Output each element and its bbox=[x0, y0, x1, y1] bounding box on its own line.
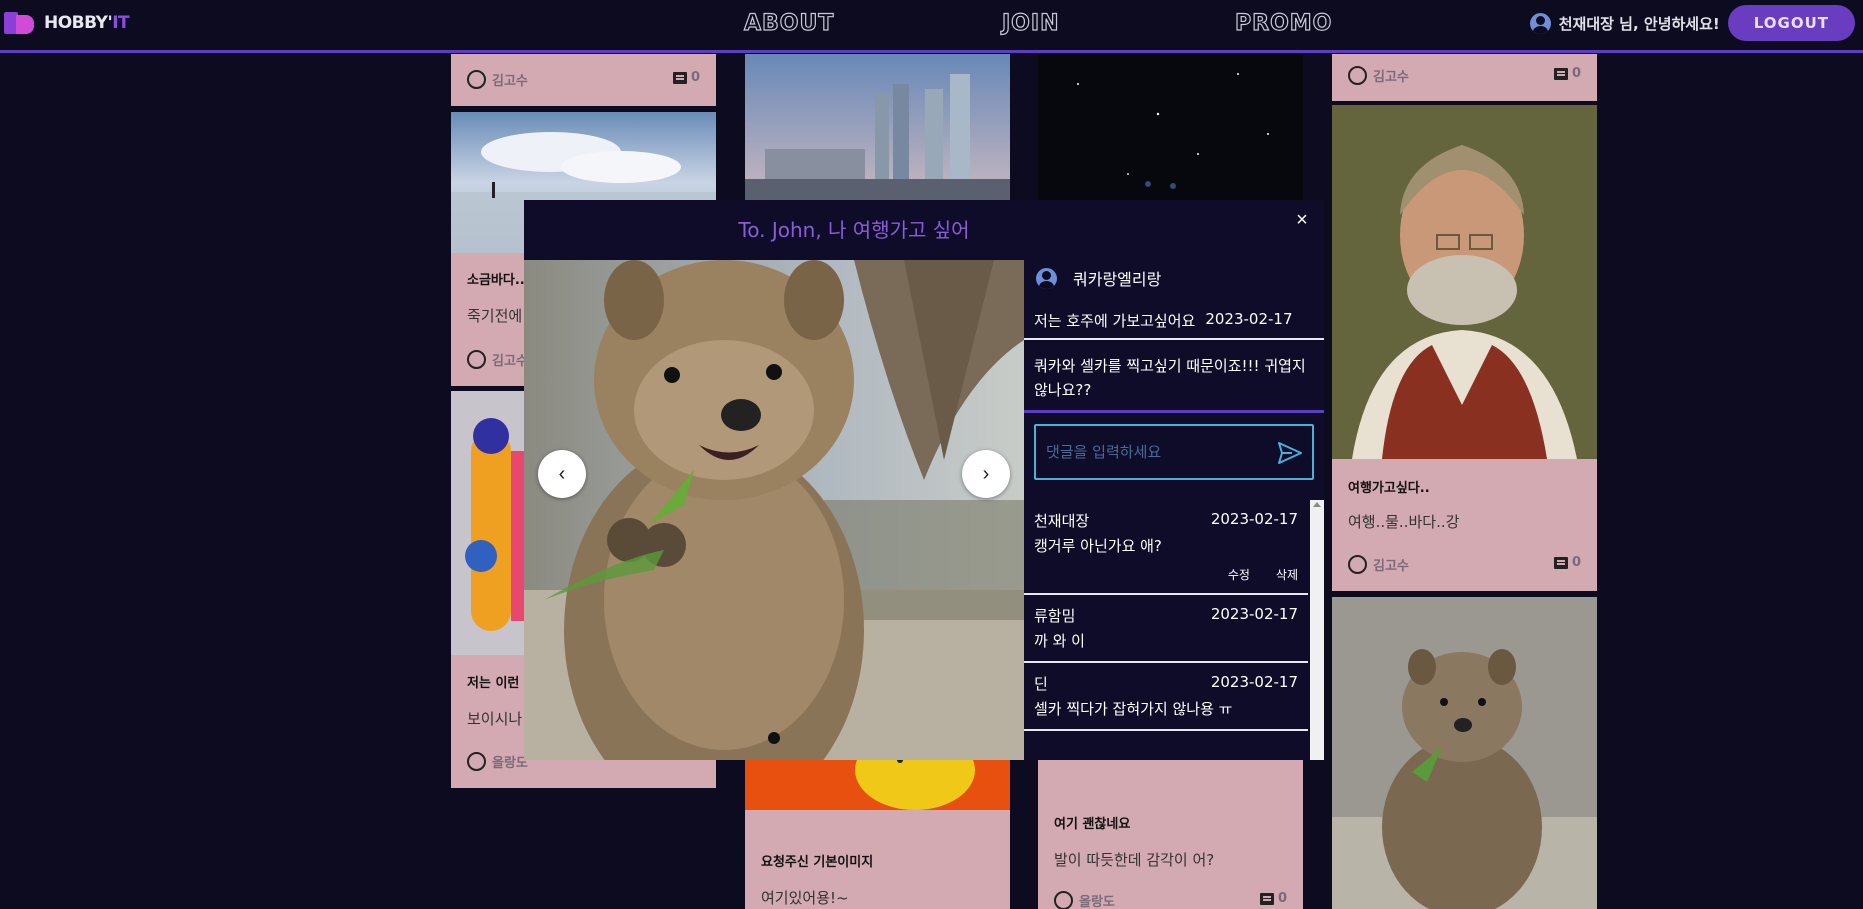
avatar-icon bbox=[1348, 66, 1367, 85]
comment-item: 천재대장 2023-02-17 캥거루 아닌가요 애? 수정 삭제 bbox=[1024, 500, 1308, 595]
close-icon[interactable]: × bbox=[1290, 208, 1314, 232]
comment-icon bbox=[1259, 892, 1274, 905]
avatar-icon bbox=[467, 350, 486, 369]
greeting-text: 천재대장 님, 안녕하세요! bbox=[1558, 14, 1720, 33]
send-icon[interactable] bbox=[1278, 442, 1302, 464]
comment-item: 딘 2023-02-17 셀카 찍다가 잡혀가지 않나용 ㅠ bbox=[1024, 663, 1308, 731]
card-image-night-sky bbox=[1038, 54, 1303, 200]
card-title: 요청주신 기본이미지 bbox=[761, 855, 874, 870]
post-subtitle: 저는 호주에 가보고싶어요 bbox=[1034, 312, 1196, 330]
comment-date: 2023-02-17 bbox=[1210, 510, 1298, 528]
card-body: 여기있어용!~ bbox=[761, 889, 849, 907]
nav-join[interactable]: JOIN bbox=[1001, 10, 1060, 36]
post-side-panel: 쿼카랑엘리랑 저는 호주에 가보고싶어요 2023-02-17 쿼카와 셀카를 … bbox=[1024, 260, 1324, 760]
logout-button[interactable]: LOGOUT bbox=[1727, 5, 1855, 41]
post-detail-modal: To. John, 나 여행가고 싶어 × ‹ › 쿼카랑엘리랑 저는 호주에 … bbox=[524, 200, 1324, 760]
post-card[interactable]: 김고수 0 bbox=[451, 54, 716, 106]
comment-text: 셀카 찍다가 잡혀가지 않나용 ㅠ bbox=[1034, 700, 1233, 718]
post-subtitle-row: 저는 호주에 가보고싶어요 2023-02-17 bbox=[1024, 310, 1324, 340]
carousel-next-button[interactable]: › bbox=[962, 450, 1010, 498]
avatar-icon bbox=[1054, 891, 1073, 909]
card-comment-count: 0 bbox=[672, 70, 700, 85]
card-body: 발이 따듯한데 감각이 어? bbox=[1054, 851, 1215, 869]
card-author: 올랑도 bbox=[467, 752, 528, 771]
comment-input[interactable] bbox=[1046, 440, 1266, 464]
user-avatar-icon bbox=[1529, 12, 1551, 34]
card-body: 여행..물..바다..강 bbox=[1348, 513, 1460, 531]
comment-delete-button[interactable]: 삭제 bbox=[1276, 566, 1298, 583]
card-comment-count: 0 bbox=[1259, 891, 1287, 906]
card-image-quokka bbox=[1332, 597, 1597, 909]
comment-item: 류함밈 2023-02-17 까 와 이 bbox=[1024, 595, 1308, 663]
card-title: 소금바다.. bbox=[467, 273, 525, 288]
post-body: 쿼카와 셀카를 찍고싶기 때문이죠!!! 귀엽지않나요?? bbox=[1034, 357, 1306, 399]
comment-author: 딘 bbox=[1034, 675, 1048, 693]
card-author: 김고수 bbox=[1348, 66, 1409, 85]
card-comment-count: 0 bbox=[1553, 555, 1581, 570]
scroll-up-icon[interactable] bbox=[1313, 502, 1321, 507]
post-card[interactable] bbox=[1332, 597, 1597, 909]
comment-list[interactable]: 천재대장 2023-02-17 캥거루 아닌가요 애? 수정 삭제 류함밈 2023… bbox=[1024, 500, 1324, 760]
card-title: 저는 이런 bbox=[467, 676, 520, 691]
top-header: HOBBY'IT ABOUT JOIN PROMO 천재대장 님, 안녕하세요!… bbox=[0, 0, 1863, 53]
avatar-icon bbox=[467, 752, 486, 771]
nav-about[interactable]: ABOUT bbox=[743, 10, 834, 36]
card-author: 김고수 bbox=[1348, 555, 1409, 574]
avatar-icon bbox=[1348, 555, 1367, 574]
post-card[interactable]: 김고수 0 bbox=[1332, 54, 1597, 101]
card-comment-count: 0 bbox=[1553, 66, 1581, 81]
card-body: 보이시나 bbox=[467, 710, 523, 728]
nav-promo[interactable]: PROMO bbox=[1234, 10, 1332, 36]
post-card[interactable]: 여행가고싶다.. 여행..물..바다..강 김고수 0 bbox=[1332, 105, 1597, 591]
card-author: 김고수 bbox=[467, 70, 528, 89]
comment-icon bbox=[1553, 556, 1568, 569]
card-body: 죽기전에 bbox=[467, 307, 523, 325]
comment-input-box bbox=[1034, 424, 1314, 480]
quokka-photo bbox=[524, 260, 1024, 760]
comment-date: 2023-02-17 bbox=[1210, 605, 1298, 623]
comment-icon bbox=[672, 71, 687, 84]
post-photo-carousel: ‹ › bbox=[524, 260, 1024, 760]
comment-author: 천재대장 bbox=[1034, 512, 1090, 530]
post-date: 2023-02-17 bbox=[1205, 310, 1293, 328]
author-avatar-icon bbox=[1036, 267, 1057, 289]
user-area: 천재대장 님, 안녕하세요! LOGOUT bbox=[1529, 5, 1855, 41]
comment-scrollbar[interactable] bbox=[1310, 500, 1324, 760]
logo-text: HOBBY'IT bbox=[44, 13, 130, 33]
post-author-row: 쿼카랑엘리랑 bbox=[1036, 266, 1161, 290]
modal-title: To. John, 나 여행가고 싶어 bbox=[738, 218, 970, 242]
carousel-indicator-dot[interactable] bbox=[768, 732, 780, 744]
comment-text: 캥거루 아닌가요 애? bbox=[1034, 537, 1162, 555]
avatar-icon bbox=[467, 70, 486, 89]
post-author-name: 쿼카랑엘리랑 bbox=[1073, 270, 1162, 289]
logo-mark-icon bbox=[4, 12, 36, 34]
logo[interactable]: HOBBY'IT bbox=[4, 12, 130, 34]
card-title: 여행가고싶다.. bbox=[1348, 481, 1430, 496]
card-title: 여기 괜찮네요 bbox=[1054, 817, 1131, 832]
comment-text: 까 와 이 bbox=[1034, 632, 1085, 650]
card-author: 올랑도 bbox=[1054, 891, 1115, 909]
card-image-city bbox=[745, 54, 1010, 200]
card-image-old-man bbox=[1332, 105, 1597, 459]
card-author: 김고수 bbox=[467, 350, 528, 369]
comment-icon bbox=[1553, 67, 1568, 80]
carousel-prev-button[interactable]: ‹ bbox=[538, 450, 586, 498]
comment-edit-button[interactable]: 수정 bbox=[1228, 566, 1250, 583]
comment-author: 류함밈 bbox=[1034, 607, 1076, 625]
divider bbox=[1024, 410, 1324, 413]
comment-date: 2023-02-17 bbox=[1210, 673, 1298, 691]
